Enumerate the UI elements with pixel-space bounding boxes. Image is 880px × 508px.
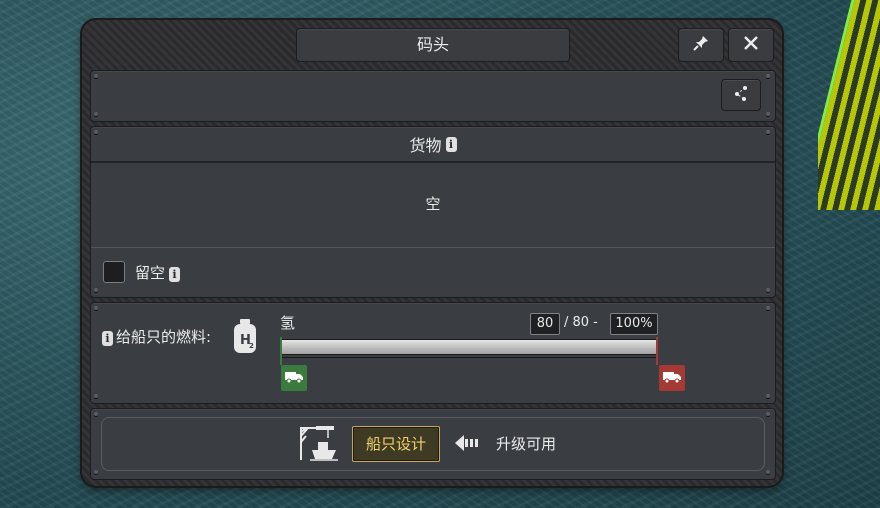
cargo-empty-text: 空 <box>425 195 441 213</box>
fuel-max-separator: / 80 - <box>564 315 598 330</box>
building-selection <box>818 0 880 210</box>
fuel-percent-value[interactable]: 100% <box>610 313 658 335</box>
fuel-current-value[interactable]: 80 <box>530 313 560 335</box>
close-icon <box>742 34 760 56</box>
fuel-max-marker-line <box>656 337 658 365</box>
arrow-left-icon <box>454 434 482 456</box>
pin-button[interactable] <box>678 28 724 62</box>
route-section <box>90 70 776 122</box>
fuel-max-handle[interactable] <box>659 365 685 391</box>
info-icon[interactable]: i <box>445 136 457 152</box>
fuel-label: i 给船只的燃料: <box>102 326 211 347</box>
info-icon[interactable]: i <box>102 331 113 346</box>
fuel-bar-baseline <box>280 357 656 358</box>
fuel-level-bar[interactable] <box>280 339 658 355</box>
window-title: 码头 <box>296 28 570 62</box>
network-button[interactable] <box>721 79 761 111</box>
cargo-header: 货物 i <box>91 127 775 163</box>
svg-text:2: 2 <box>249 342 254 350</box>
cargo-divider <box>91 247 775 248</box>
keep-empty-checkbox[interactable] <box>103 261 125 283</box>
cargo-section: 货物 i 空 留空 i <box>90 126 776 298</box>
close-button[interactable] <box>728 28 774 62</box>
keep-empty-label: 留空 i <box>135 262 181 283</box>
fuel-min-marker-line <box>280 337 282 365</box>
network-icon <box>732 84 750 106</box>
hydrogen-tank-icon: H2 <box>232 318 258 358</box>
fuel-min-handle[interactable] <box>281 365 307 391</box>
ship-design-button[interactable]: 船只设计 <box>352 426 440 462</box>
upgrade-available-text: 升级可用 <box>496 435 557 453</box>
truck-icon <box>662 369 682 388</box>
info-icon[interactable]: i <box>169 267 181 282</box>
shipyard-icon <box>298 422 338 466</box>
truck-icon <box>284 369 304 388</box>
cargo-header-label: 货物 <box>409 136 442 155</box>
pin-icon <box>692 34 710 56</box>
fuel-name: 氢 <box>280 314 296 332</box>
dock-window: 码头 货物 i 空 留空 i i 给船只的燃料: H2 氢 80 / 80 - … <box>82 20 782 486</box>
